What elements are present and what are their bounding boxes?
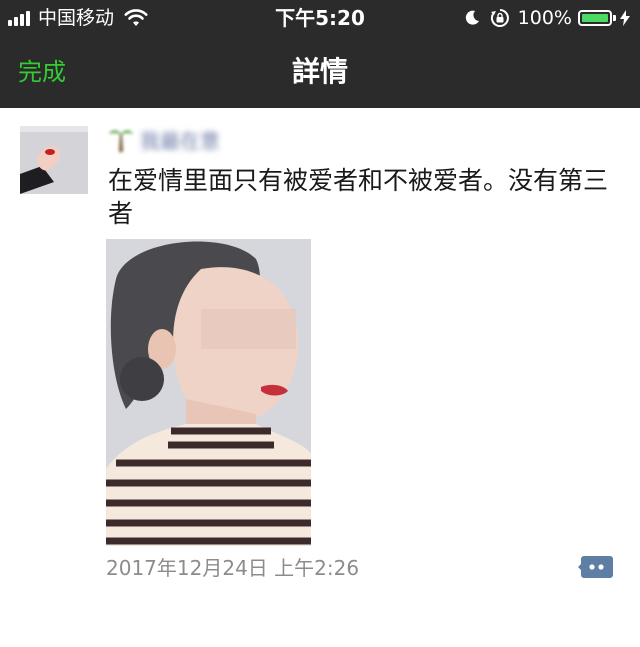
avatar[interactable] xyxy=(20,126,88,194)
status-bar: 中国移动 下午5:20 100% xyxy=(0,0,640,36)
status-right: 100% xyxy=(464,6,630,30)
comment-dots-icon[interactable] xyxy=(578,554,614,582)
battery-fill xyxy=(582,14,608,22)
battery-percent: 100% xyxy=(517,7,572,29)
palm-tree-icon xyxy=(109,130,133,152)
orientation-lock-icon xyxy=(490,9,509,27)
page-title: 詳情 xyxy=(291,55,348,88)
username[interactable]: 我最在意 xyxy=(108,124,248,154)
battery-icon xyxy=(578,10,612,26)
username-text: 我最在意 xyxy=(140,128,220,153)
avatar-image xyxy=(20,126,88,194)
portrait-image xyxy=(106,239,311,546)
post-text: 在爱情里面只有被爱者和不被爱者。没有第三者 xyxy=(108,166,609,228)
post-photo[interactable] xyxy=(106,239,311,546)
moon-icon xyxy=(465,10,479,25)
battery-tip xyxy=(613,15,616,21)
post-timestamp: 2017年12月24日 上午2:26 xyxy=(106,556,360,580)
charging-icon xyxy=(620,10,630,26)
nav-bar: 完成 詳情 xyxy=(0,36,640,108)
